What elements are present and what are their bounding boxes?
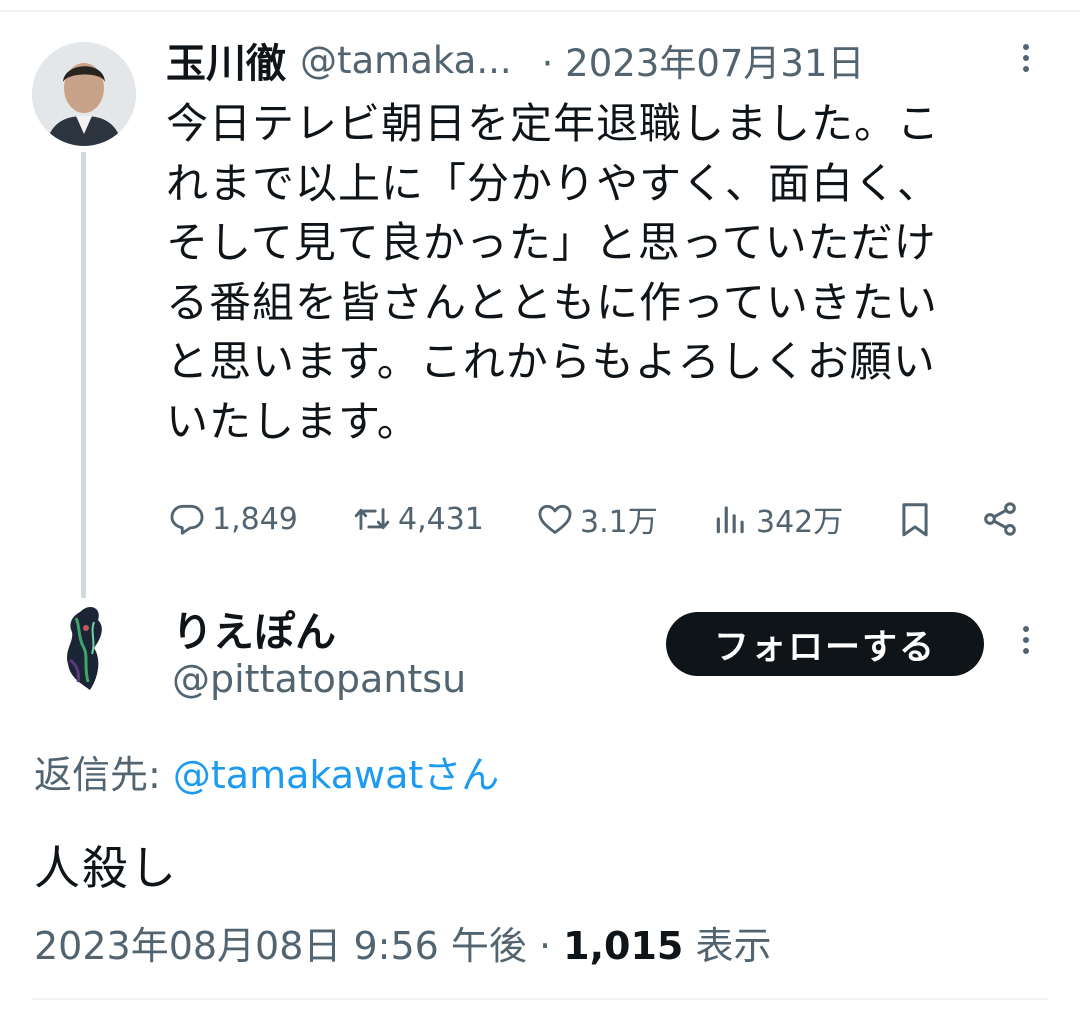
views-button[interactable]: 342万 (712, 494, 843, 544)
like-icon (538, 504, 572, 534)
reply-to-line: 返信先: @tamakawatさん (34, 744, 499, 799)
reply-author-name[interactable]: りえぽん (172, 598, 336, 658)
reply-count: 1,849 (212, 501, 298, 537)
more-icon[interactable] (1016, 626, 1036, 662)
like-button[interactable]: 3.1万 (536, 494, 658, 544)
reply-author-handle[interactable]: @pittatopantsu (172, 657, 466, 701)
bookmark-button[interactable] (896, 494, 934, 544)
reply-tweet-text: 人殺し (34, 841, 178, 895)
reply-avatar[interactable] (50, 598, 122, 698)
reply-to-mention[interactable]: @tamakawatさん (173, 753, 499, 797)
reply-views-label: 表示 (695, 924, 772, 968)
date-separator: · (541, 42, 554, 85)
top-divider (0, 10, 1080, 12)
parent-date-text: 2023年07月31日 (565, 42, 865, 85)
share-button[interactable] (980, 494, 1020, 544)
share-icon (984, 502, 1016, 536)
reply-meta: 2023年08月08日 9:56 午後 · 1,015 表示 (34, 915, 771, 970)
retweet-button[interactable]: 4,431 (352, 494, 484, 544)
parent-date[interactable]: · 2023年07月31日 (542, 33, 865, 87)
parent-author-handle[interactable]: @tamaka... (300, 39, 512, 82)
more-icon[interactable] (1016, 44, 1036, 80)
reply-timestamp[interactable]: 2023年08月08日 9:56 午後 (34, 924, 527, 968)
bookmark-icon (902, 503, 928, 537)
reply-button[interactable]: 1,849 (168, 494, 298, 544)
bottom-divider (32, 998, 1048, 1000)
parent-tweet-text: 今日テレビ朝日を定年退職しました。こ れまで以上に「分かりやすく、面白く、 そし… (166, 99, 941, 446)
follow-button[interactable]: フォローする (666, 612, 984, 676)
retweet-icon (354, 508, 390, 530)
parent-header: 玉川徹 @tamaka... · 2023年07月31日 (166, 30, 865, 90)
parent-avatar[interactable] (32, 42, 136, 146)
reply-views-count: 1,015 (563, 924, 684, 968)
parent-action-bar: 1,849 4,431 3.1万 342万 (166, 494, 1046, 544)
retweet-count: 4,431 (398, 501, 484, 537)
reply-to-prefix: 返信先: (34, 753, 173, 797)
like-count: 3.1万 (580, 505, 658, 540)
thread-line (81, 152, 86, 598)
reply-icon (170, 504, 204, 535)
meta-separator: · (526, 924, 564, 968)
views-icon (716, 506, 744, 534)
parent-author-name[interactable]: 玉川徹 (166, 31, 286, 89)
views-count: 342万 (756, 505, 844, 540)
